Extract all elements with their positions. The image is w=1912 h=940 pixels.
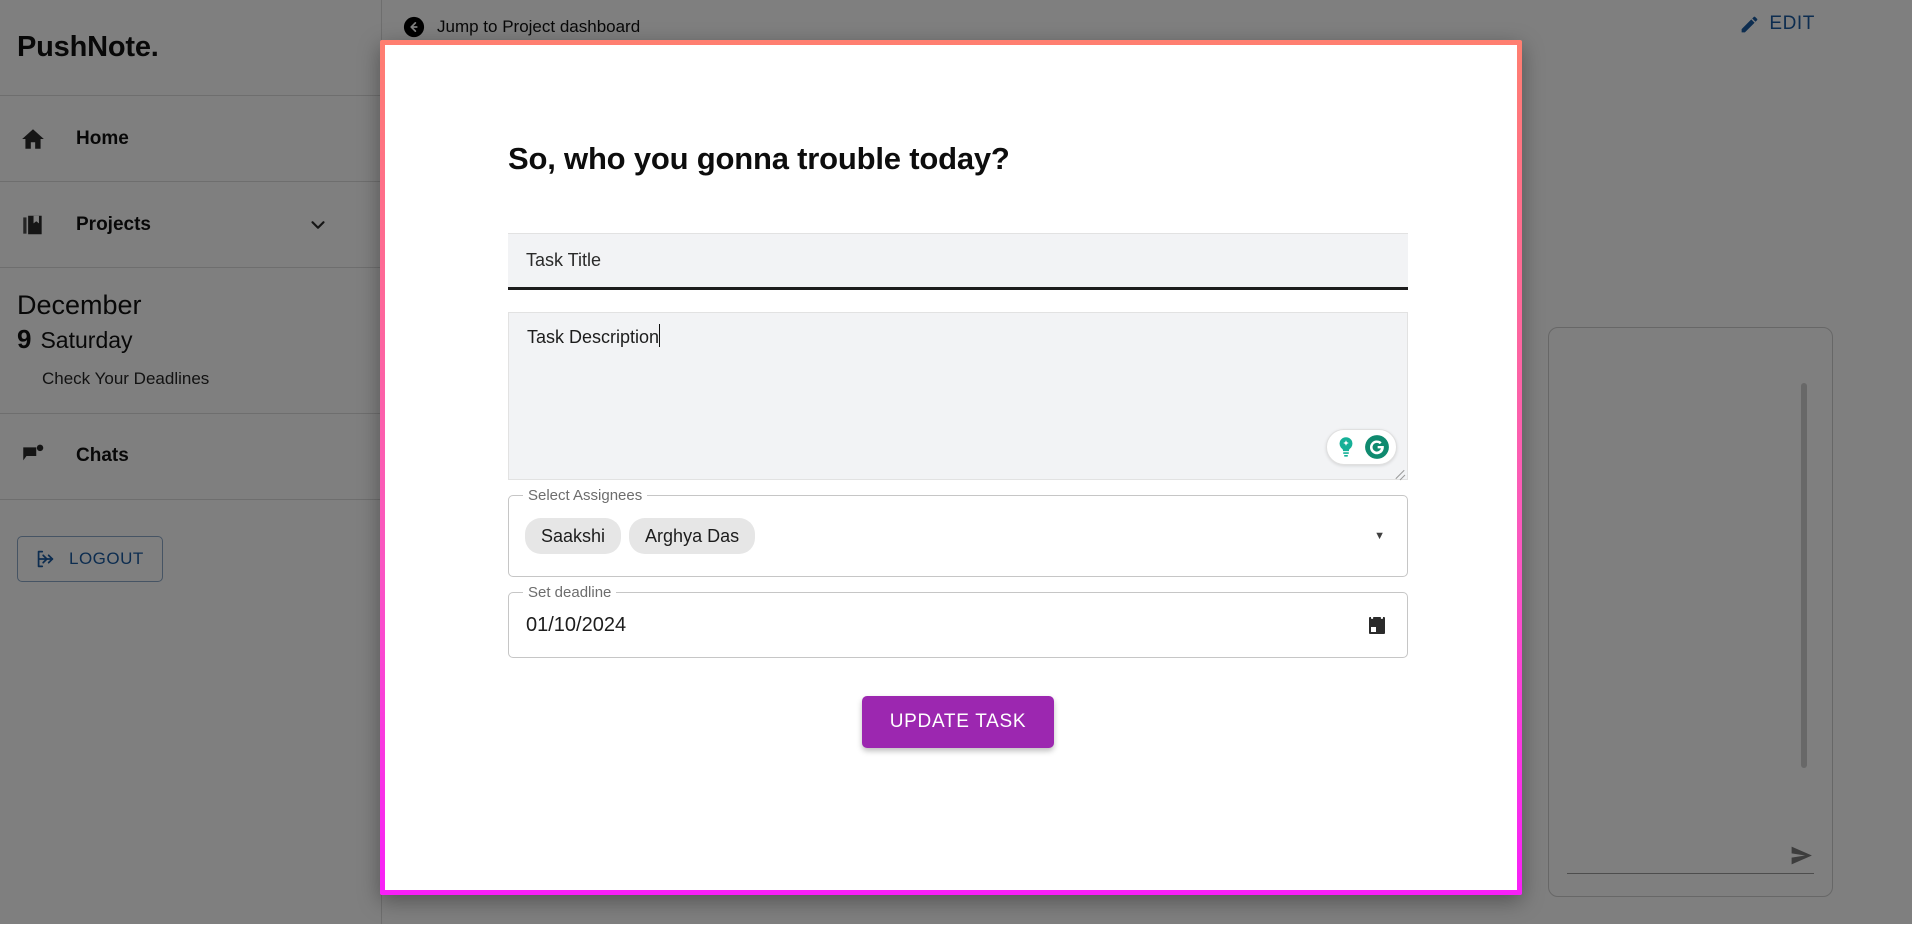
task-description-wrapper [508,312,1408,480]
grammarly-g-icon[interactable] [1363,433,1391,461]
bottom-strip [0,924,1912,940]
deadline-field[interactable]: Set deadline 01/10/2024 [508,584,1408,658]
task-description-input[interactable] [508,312,1408,480]
assignees-field[interactable]: Select Assignees Saakshi Arghya Das ▼ [508,487,1408,577]
app-root: PushNote. Home Projects [0,0,1912,940]
task-modal: So, who you gonna trouble today? Task Ti… [380,40,1522,895]
task-modal-title: So, who you gonna trouble today? [508,141,1010,176]
assignees-legend: Select Assignees [523,487,648,504]
assignees-row: Saakshi Arghya Das ▼ [509,496,1407,576]
modal-actions: UPDATE TASK [508,696,1408,748]
grammarly-widget[interactable] [1326,429,1397,465]
assignee-chip[interactable]: Saakshi [525,518,622,554]
deadline-row: 01/10/2024 [509,593,1407,657]
task-modal-body: So, who you gonna trouble today? Task Ti… [385,45,1517,748]
deadline-value[interactable]: 01/10/2024 [526,614,1365,637]
assignee-chips: Saakshi Arghya Das [525,518,1374,554]
update-task-button[interactable]: UPDATE TASK [861,696,1055,748]
text-caret [659,324,660,347]
task-modal-inner: So, who you gonna trouble today? Task Ti… [385,45,1517,890]
assignee-chip[interactable]: Arghya Das [629,518,756,554]
grammarly-bulb-icon[interactable] [1332,433,1360,461]
caret-down-icon[interactable]: ▼ [1374,530,1385,542]
deadline-legend: Set deadline [523,584,617,601]
task-title-input[interactable] [508,233,1408,290]
calendar-icon[interactable] [1365,613,1389,637]
